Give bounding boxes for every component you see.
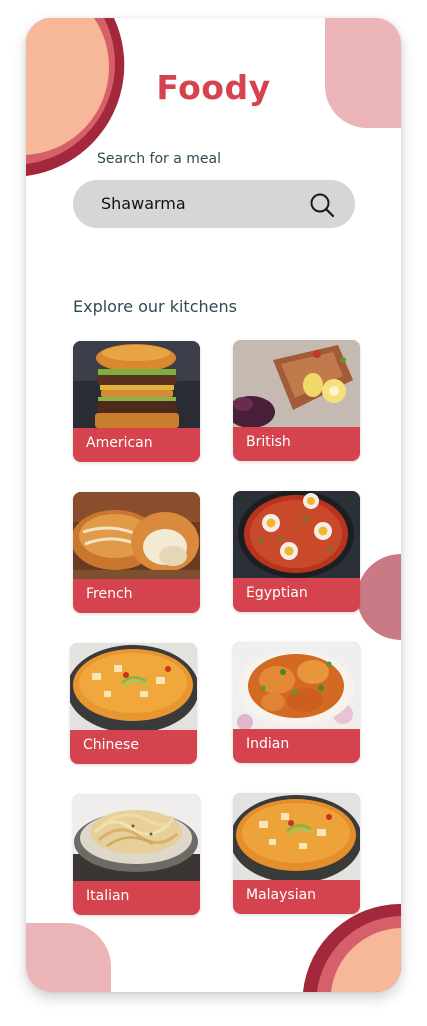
kitchen-label: Indian [246,736,290,752]
kitchen-card-malaysian[interactable]: Malaysian [233,793,360,914]
kitchen-label: French [86,586,133,602]
french-pastry-image [73,492,200,579]
kitchen-label: Italian [86,888,130,904]
app-screen: Foody Search for a meal Shawarma Explore… [26,18,401,992]
search-input-value[interactable]: Shawarma [101,194,186,213]
kitchen-card-egyptian[interactable]: Egyptian [233,491,360,612]
kitchen-card-british[interactable]: British [233,340,360,461]
shakshuka-image [233,491,360,578]
indian-curry-image [233,642,360,729]
app-title: Foody [156,68,271,107]
kitchen-label: American [86,435,153,451]
malaysian-soup-image [233,793,360,880]
kitchen-card-italian[interactable]: Italian [73,794,200,915]
kitchens-heading: Explore our kitchens [73,297,237,316]
bottom-left-decoration [26,923,111,992]
kitchen-card-american[interactable]: American [73,341,200,462]
search-label: Search for a meal [97,151,221,167]
soup-image [70,643,197,730]
right-side-decoration [357,554,401,640]
kitchen-label: British [246,434,291,450]
kitchen-card-french[interactable]: French [73,492,200,613]
kitchen-card-indian[interactable]: Indian [233,642,360,763]
bottom-right-decoration [303,904,401,992]
kitchen-card-chinese[interactable]: Chinese [70,643,197,764]
search-icon[interactable] [309,192,335,218]
search-input[interactable]: Shawarma [73,180,355,228]
pasta-image [73,794,200,881]
kitchen-label: Malaysian [246,887,317,903]
kitchen-label: Egyptian [246,585,308,601]
kitchen-label: Chinese [83,737,139,753]
british-dish-image [233,340,360,427]
burger-image [73,341,200,428]
